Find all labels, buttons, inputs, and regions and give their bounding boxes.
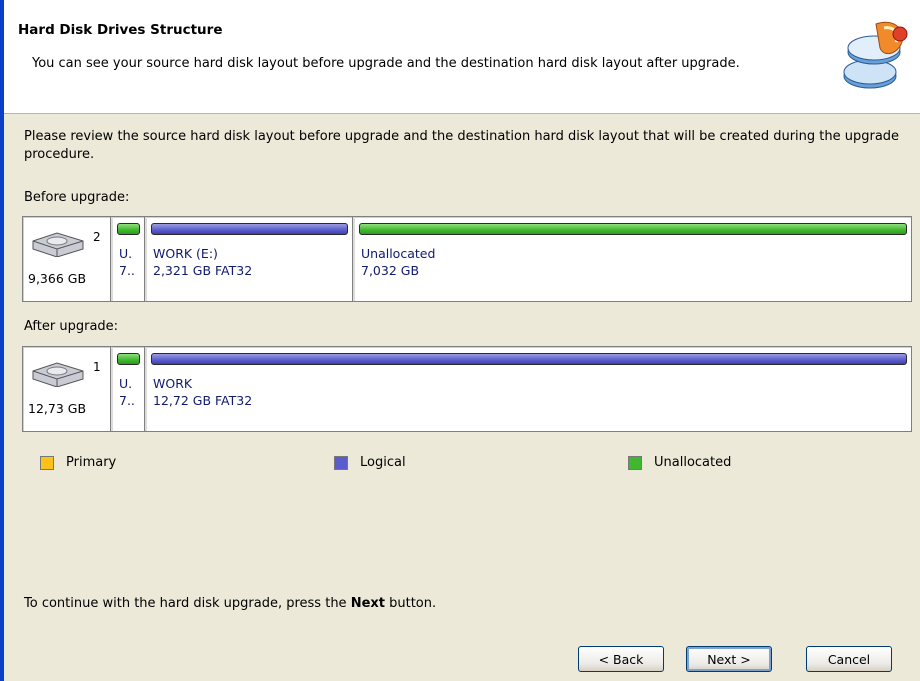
next-button[interactable]: Next >: [686, 646, 772, 672]
partition-bar: [359, 223, 907, 235]
wizard-header: Hard Disk Drives Structure You can see y…: [4, 0, 920, 114]
hard-disk-icon: [32, 232, 84, 257]
after-disk-info[interactable]: 1 12,73 GB: [23, 347, 111, 431]
partition-unallocated[interactable]: Unallocated 7,032 GB: [353, 217, 911, 301]
partition-name: WORK: [153, 376, 193, 391]
partition-work[interactable]: WORK 12,72 GB FAT32: [145, 347, 911, 431]
disk-number: 1: [93, 360, 101, 374]
footer-prefix: To continue with the hard disk upgrade, …: [24, 596, 351, 611]
primary-swatch-icon: [40, 455, 54, 470]
legend-primary-label: Primary: [66, 455, 117, 470]
partition-unallocated-small[interactable]: U. 7..: [111, 217, 145, 301]
partition-bar: [151, 223, 348, 235]
legend: Primary Logical Unallocated: [40, 455, 900, 475]
logical-swatch-icon: [334, 455, 348, 470]
partition-detail: 7,032 GB: [361, 263, 420, 278]
partition-bar: [151, 353, 907, 365]
partition-bar: [117, 353, 140, 365]
wizard-window: Hard Disk Drives Structure You can see y…: [0, 0, 920, 681]
before-disk-info[interactable]: 2 9,366 GB: [23, 217, 111, 301]
partition-name: WORK (E:): [153, 246, 218, 261]
legend-unallocated-label: Unallocated: [654, 455, 732, 470]
before-upgrade-label: Before upgrade:: [24, 190, 130, 205]
partition-detail: 7..: [119, 263, 135, 278]
footer-suffix: button.: [384, 596, 437, 611]
footer-next-word: Next: [350, 596, 385, 611]
disk-size: 12,73 GB: [28, 401, 87, 416]
partition-detail: 7..: [119, 393, 135, 408]
disk-size: 9,366 GB: [28, 271, 87, 286]
legend-unallocated: Unallocated: [628, 455, 731, 470]
before-disk-row: 2 9,366 GB U. 7.. WORK (E:) 2,321 GB FAT…: [22, 216, 912, 302]
unallocated-swatch-icon: [628, 455, 642, 470]
partition-bar: [117, 223, 140, 235]
partition-detail: 2,321 GB FAT32: [153, 263, 253, 278]
legend-logical-label: Logical: [360, 455, 406, 470]
partition-name: Unallocated: [361, 246, 436, 261]
cancel-button[interactable]: Cancel: [806, 646, 892, 672]
intro-text: Please review the source hard disk layou…: [24, 129, 900, 162]
disk-number: 2: [93, 230, 101, 244]
footer-instruction: To continue with the hard disk upgrade, …: [24, 596, 436, 611]
legend-logical: Logical: [334, 455, 406, 470]
partition-name: U.: [119, 376, 133, 391]
partition-name: U.: [119, 246, 133, 261]
partition-unallocated-small[interactable]: U. 7..: [111, 347, 145, 431]
hard-disk-icon: [32, 362, 84, 387]
legend-primary: Primary: [40, 455, 116, 470]
after-upgrade-label: After upgrade:: [24, 319, 119, 334]
after-disk-row: 1 12,73 GB U. 7.. WORK 12,72 GB FAT32: [22, 346, 912, 432]
header-title: Hard Disk Drives Structure: [18, 22, 223, 38]
back-button[interactable]: < Back: [578, 646, 664, 672]
partition-detail: 12,72 GB FAT32: [153, 393, 253, 408]
partition-work-e[interactable]: WORK (E:) 2,321 GB FAT32: [145, 217, 353, 301]
header-description: You can see your source hard disk layout…: [32, 56, 740, 71]
disk-wizard-icon: [843, 21, 908, 89]
